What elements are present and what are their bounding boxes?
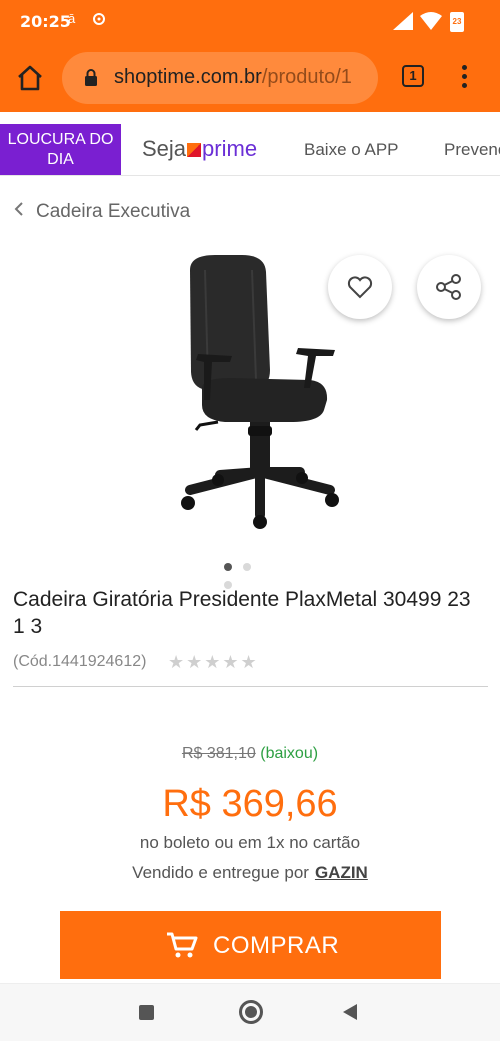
seller-link[interactable]: GAZIN [315,863,368,882]
android-nav-bar [0,983,500,1041]
product-title: Cadeira Giratória Presidente PlaxMetal 3… [13,588,471,638]
status-time: 20:25 [20,12,71,31]
nav-prevencao[interactable]: Prevenç [444,140,500,160]
payment-info: no boleto ou em 1x no cartão [139,833,361,852]
more-menu-icon[interactable] [454,62,474,94]
divider [13,686,488,687]
breadcrumb-label: Cadeira Executiva [36,201,191,222]
seller-info: Vendido e entregue por GAZIN [0,863,500,883]
recents-icon[interactable] [139,1005,154,1020]
rating-stars[interactable]: ★★★★★ [168,652,259,673]
old-price: R$ 381,10 [181,745,256,762]
signal-icon [393,12,413,33]
product-code: (Cód.1441924612) [13,653,147,670]
favorite-button[interactable] [328,255,392,319]
category-nav: LOUCURA DO DIA Seja prime Baixe o APP Pre… [0,112,500,176]
app-notification-icon [92,11,106,28]
prime-prefix: Seja [142,136,187,161]
price-drop-badge: (baixou) [260,745,319,762]
tabs-button[interactable]: 1 [402,65,424,87]
url-bar[interactable]: shoptime.com.br/produto/1 [62,52,378,104]
prime-logo-icon [187,143,202,157]
battery-level: 23 [452,17,462,26]
nav-download-app[interactable]: Baixe o APP [304,140,399,160]
current-price: R$ 369,66 [162,783,338,825]
old-price-line: R$ 381,10 (baixou) [0,745,500,763]
carousel-indicator[interactable] [224,558,278,589]
wifi-icon [420,12,442,33]
product-image[interactable] [170,250,340,535]
lock-icon [84,69,98,92]
chevron-left-icon [14,201,24,223]
carousel-dot[interactable] [243,563,251,571]
buy-button[interactable]: COMPRAR [60,911,441,979]
carousel-dot[interactable] [224,563,232,571]
nav-prime[interactable]: Seja prime [142,136,257,162]
breadcrumb[interactable]: Cadeira Executiva [14,201,190,223]
share-button[interactable] [417,255,481,319]
seller-prefix: Vendido e entregue por [132,863,309,882]
buy-button-label: COMPRAR [213,932,340,959]
url-path: /produto/1 [261,66,352,88]
url-domain: shoptime.com.br [114,66,262,88]
back-icon[interactable] [343,1004,357,1020]
status-bar: 20:25 ā 23 [0,0,500,44]
home-circle-icon[interactable] [239,1000,263,1024]
cart-icon [166,931,198,966]
notification-icon: ā [68,11,76,26]
url-text: shoptime.com.br/produto/1 [114,66,352,89]
nav-loucura-do-dia[interactable]: LOUCURA DO DIA [0,124,121,175]
home-icon[interactable] [14,62,46,94]
battery-icon: 23 [450,12,464,32]
prime-word: prime [202,136,258,161]
browser-toolbar: shoptime.com.br/produto/1 1 [0,44,500,112]
